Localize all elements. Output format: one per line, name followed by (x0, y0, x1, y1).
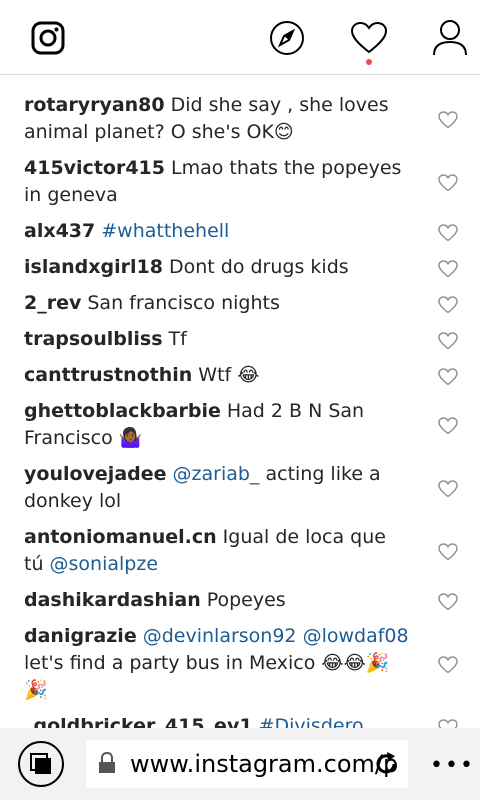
comment-item: islandxgirl18 Dont do drugs kids (0, 245, 480, 281)
comment-item: alx437 #whatthehell (0, 209, 480, 245)
browser-toolbar: www.instagram.com/p ••• (0, 728, 480, 800)
like-heart-icon[interactable] (438, 479, 458, 498)
comment-username[interactable]: 2_rev (24, 292, 81, 314)
comment-text: let's find a party bus in Mexico 😂😂🎉🎉 (24, 652, 390, 701)
comment-item: 2_rev San francisco nights (0, 281, 480, 317)
explore-compass-icon[interactable] (267, 18, 307, 58)
like-heart-icon[interactable] (438, 223, 458, 241)
instagram-logo-icon[interactable] (28, 18, 68, 58)
comment-text: Popeyes (206, 589, 286, 611)
notification-dot (366, 59, 372, 65)
comment-text: Tf (168, 328, 187, 350)
comment-item: ghettoblackbarbie Had 2 B N San Francisco… (0, 389, 480, 452)
comment-mention-link[interactable]: @devinlarson92 (143, 625, 297, 647)
comment-mention-link[interactable]: #Divisdero (259, 715, 364, 728)
comment-text (297, 625, 303, 647)
tabs-button[interactable] (18, 741, 64, 787)
comment-username[interactable]: youlovejadee (24, 463, 167, 485)
comment-username[interactable]: dashikardashian (24, 589, 201, 611)
like-heart-icon[interactable] (438, 542, 458, 561)
comment-item: 415victor415 Lmao thats the popeyes in ge… (0, 146, 480, 209)
like-heart-icon[interactable] (438, 655, 458, 673)
comment-item: rotaryryan80 Did she say , she loves anim… (0, 76, 480, 146)
comment-text: Wtf 😂 (198, 364, 260, 386)
app-header (0, 0, 480, 75)
comment-username[interactable]: alx437 (24, 220, 95, 242)
like-heart-icon[interactable] (438, 331, 458, 349)
comment-item: youlovejadee @zariab_ acting like a donke… (0, 452, 480, 515)
comment-text: San francisco nights (87, 292, 280, 314)
comment-username[interactable]: ghettoblackbarbie (24, 400, 221, 422)
like-heart-icon[interactable] (438, 173, 458, 192)
comments-list: rotaryryan80 Did she say , she loves anim… (0, 76, 480, 728)
comment-mention-link[interactable]: @sonialpze (50, 553, 159, 575)
activity-heart-icon[interactable] (349, 18, 389, 58)
comment-username[interactable]: _goldbricker_415_ev1 (24, 715, 253, 728)
comment-item: trapsoulbliss Tf (0, 317, 480, 353)
like-heart-icon[interactable] (438, 416, 458, 435)
comment-mention-link[interactable]: #whatthehell (101, 220, 229, 242)
profile-user-icon[interactable] (430, 18, 470, 58)
like-heart-icon[interactable] (438, 295, 458, 313)
comment-username[interactable]: canttrustnothin (24, 364, 192, 386)
tabs-icon (30, 753, 51, 774)
like-heart-icon[interactable] (438, 718, 458, 728)
like-heart-icon[interactable] (438, 592, 458, 610)
comment-username[interactable]: rotaryryan80 (24, 94, 165, 116)
comment-username[interactable]: islandxgirl18 (24, 256, 163, 278)
address-bar[interactable]: www.instagram.com/p (86, 740, 408, 788)
more-menu-button[interactable]: ••• (430, 755, 475, 777)
comment-username[interactable]: danigrazie (24, 625, 137, 647)
comment-item: antoniomanuel.cn Igual de loca que tú @so… (0, 515, 480, 578)
like-heart-icon[interactable] (438, 259, 458, 277)
comment-username[interactable]: antoniomanuel.cn (24, 526, 217, 548)
comment-mention-link[interactable]: @lowdaf08 (303, 625, 409, 647)
comment-item: danigrazie @devinlarson92 @lowdaf08 let's… (0, 614, 480, 704)
lock-icon (99, 752, 115, 773)
comment-item: canttrustnothin Wtf 😂 (0, 353, 480, 389)
comment-text: Dont do drugs kids (168, 256, 349, 278)
like-heart-icon[interactable] (438, 367, 458, 385)
like-heart-icon[interactable] (438, 110, 458, 129)
url-text: www.instagram.com/p (130, 750, 399, 778)
comment-username[interactable]: 415victor415 (24, 157, 165, 179)
comment-mention-link[interactable]: @zariab_ (173, 463, 260, 485)
comment-item: _goldbricker_415_ev1 #Divisdero (0, 704, 480, 728)
refresh-icon[interactable] (372, 750, 400, 778)
comment-username[interactable]: trapsoulbliss (24, 328, 163, 350)
comment-item: dashikardashian Popeyes (0, 578, 480, 614)
